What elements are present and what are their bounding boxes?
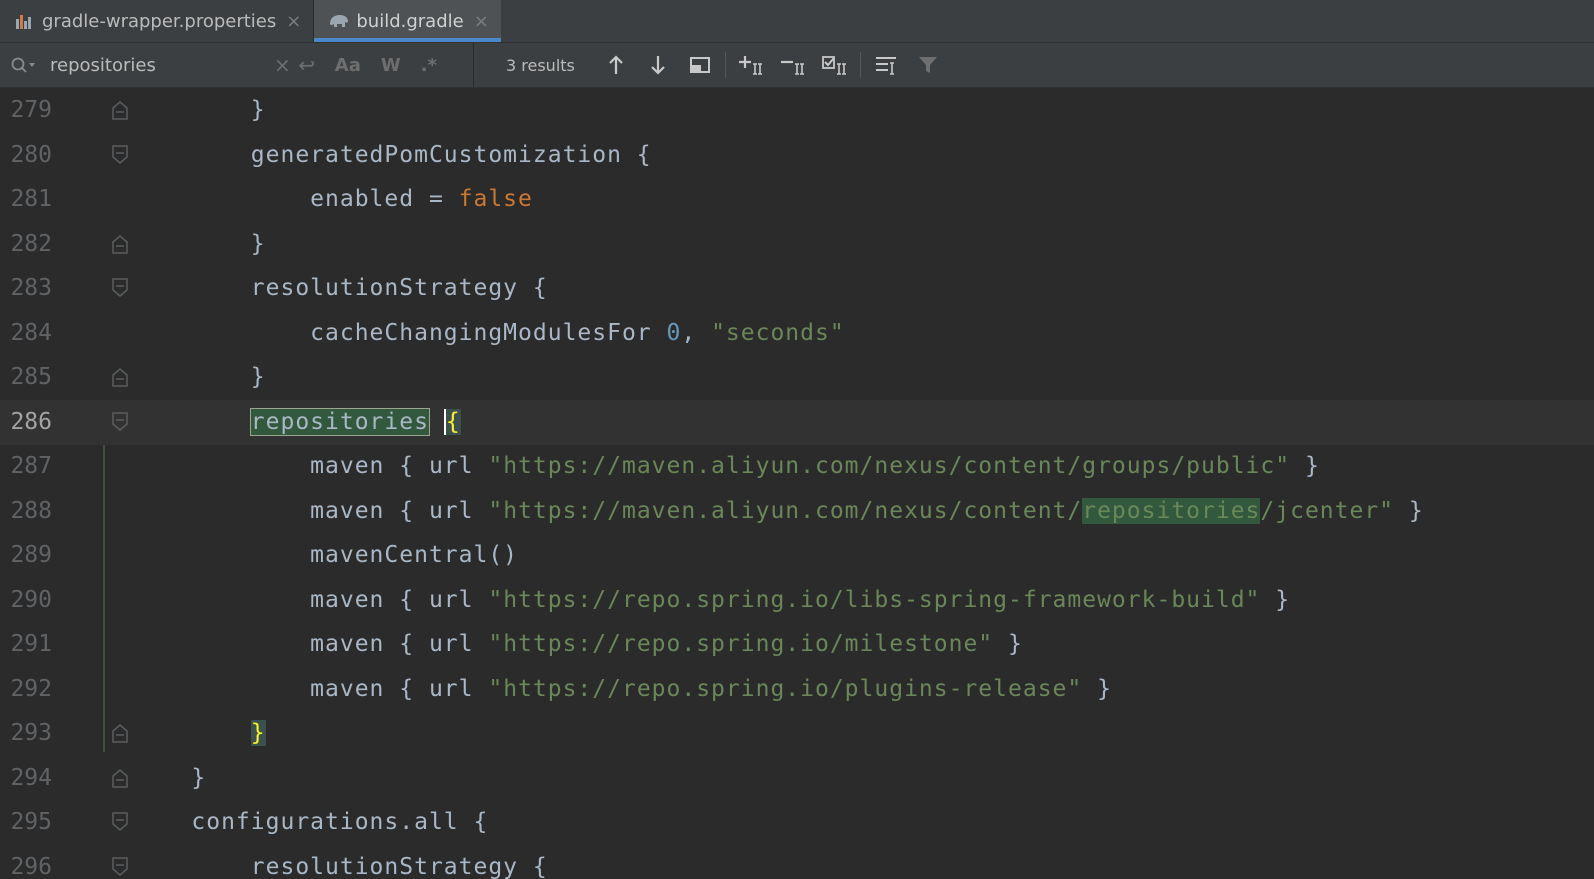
gradle-elephant-icon	[328, 10, 350, 32]
line-number: 289	[10, 542, 52, 568]
code-text[interactable]: generatedPomCustomization {	[132, 133, 652, 178]
code-line[interactable]: 280 generatedPomCustomization {	[0, 133, 1594, 178]
tab-build-gradle[interactable]: build.gradle ×	[314, 0, 502, 42]
code-line[interactable]: 294 }	[0, 756, 1594, 801]
code-line[interactable]: 282 }	[0, 222, 1594, 267]
fold-end-icon[interactable]	[111, 722, 129, 744]
editor-tab-bar: gradle-wrapper.properties × build.gradle…	[0, 0, 1594, 43]
line-number: 282	[10, 230, 52, 257]
code-text[interactable]: }	[132, 222, 266, 267]
code-text[interactable]: maven { url "https://repo.spring.io/mile…	[132, 622, 1023, 667]
line-number: 292	[10, 675, 52, 702]
search-in-selection-icon[interactable]	[865, 43, 907, 87]
code-line[interactable]: 288 maven { url "https://maven.aliyun.co…	[0, 489, 1594, 534]
line-number: 296	[10, 853, 52, 879]
properties-file-icon	[14, 10, 36, 32]
add-occurrence-icon[interactable]	[730, 43, 772, 87]
search-results-count: 3 results	[506, 55, 575, 75]
tab-label: gradle-wrapper.properties	[42, 10, 277, 32]
line-number: 290	[10, 586, 52, 613]
close-icon[interactable]: ×	[286, 11, 301, 32]
code-line[interactable]: 279 }	[0, 88, 1594, 133]
code-text[interactable]: resolutionStrategy {	[132, 266, 548, 311]
code-text[interactable]: maven { url "https://repo.spring.io/libs…	[132, 578, 1290, 623]
line-number: 293	[10, 720, 52, 746]
line-number: 284	[10, 319, 52, 346]
next-occurrence-icon[interactable]	[637, 43, 679, 87]
code-line[interactable]: 281 enabled = false	[0, 177, 1594, 222]
code-text[interactable]: }	[132, 355, 266, 400]
line-number: 291	[10, 631, 52, 657]
fold-end-icon[interactable]	[111, 99, 129, 121]
whole-words-toggle[interactable]: W	[381, 55, 401, 76]
line-number: 288	[10, 497, 52, 524]
code-line[interactable]: 287 maven { url "https://maven.aliyun.co…	[0, 444, 1594, 489]
line-number: 287	[10, 453, 52, 479]
line-number: 294	[10, 764, 52, 791]
fold-end-icon[interactable]	[111, 233, 129, 255]
code-line[interactable]: 291 maven { url "https://repo.spring.io/…	[0, 622, 1594, 667]
remove-occurrence-icon[interactable]	[772, 43, 814, 87]
matched-brace: {	[443, 408, 461, 435]
line-number: 285	[10, 364, 52, 390]
code-line[interactable]: 283 resolutionStrategy {	[0, 266, 1594, 311]
fold-end-icon[interactable]	[111, 767, 129, 789]
fold-collapse-icon[interactable]	[111, 144, 129, 166]
clear-search-icon[interactable]: ×	[274, 53, 291, 77]
code-line[interactable]: 286 repositories {	[0, 399, 1594, 445]
code-text[interactable]: maven { url "https://repo.spring.io/plug…	[132, 667, 1112, 712]
code-text[interactable]: enabled = false	[132, 177, 533, 222]
code-text[interactable]: repositories {	[132, 400, 461, 445]
search-history-icon[interactable]	[10, 56, 40, 74]
fold-end-icon[interactable]	[111, 366, 129, 388]
previous-occurrence-icon[interactable]	[595, 43, 637, 87]
code-text[interactable]: maven { url "https://maven.aliyun.com/ne…	[132, 444, 1320, 489]
code-editor[interactable]: 279 } 280 generatedPomCustomization {281 …	[0, 88, 1594, 879]
close-icon[interactable]: ×	[474, 11, 489, 32]
search-match-current: repositories	[249, 407, 430, 436]
fold-collapse-icon[interactable]	[111, 411, 129, 433]
open-in-window-icon[interactable]	[679, 43, 721, 87]
filter-icon[interactable]	[907, 43, 949, 87]
code-text[interactable]: mavenCentral()	[132, 533, 518, 578]
match-case-toggle[interactable]: Aa	[335, 55, 361, 76]
code-line[interactable]: 285 }	[0, 355, 1594, 400]
new-line-icon[interactable]: ↩	[291, 43, 323, 87]
code-line[interactable]: 290 maven { url "https://repo.spring.io/…	[0, 578, 1594, 623]
fold-collapse-icon[interactable]	[111, 811, 129, 833]
tab-label: build.gradle	[356, 10, 464, 32]
line-number: 279	[10, 97, 52, 123]
select-all-occurrences-icon[interactable]	[814, 43, 856, 87]
line-number: 281	[10, 186, 52, 212]
code-line[interactable]: 292 maven { url "https://repo.spring.io/…	[0, 667, 1594, 712]
code-line[interactable]: 284 cacheChangingModulesFor 0, "seconds"	[0, 311, 1594, 356]
toolbar-divider	[724, 52, 726, 78]
code-text[interactable]: }	[132, 756, 206, 801]
code-line[interactable]: 293 }	[0, 711, 1594, 756]
fold-collapse-icon[interactable]	[111, 856, 129, 878]
code-line[interactable]: 289 mavenCentral()	[0, 533, 1594, 578]
toolbar-divider	[859, 52, 861, 78]
code-line[interactable]: 295 configurations.all {	[0, 800, 1594, 845]
code-text[interactable]: cacheChangingModulesFor 0, "seconds"	[132, 311, 845, 356]
line-number: 280	[10, 141, 52, 168]
matched-brace: }	[250, 720, 266, 746]
tab-gradle-wrapper-properties[interactable]: gradle-wrapper.properties ×	[0, 0, 313, 42]
fold-collapse-icon[interactable]	[111, 277, 129, 299]
code-text[interactable]: }	[132, 711, 266, 756]
code-text[interactable]: resolutionStrategy {	[132, 845, 548, 879]
search-field-container: × ↩ Aa W .*	[0, 43, 474, 87]
code-text[interactable]: }	[132, 88, 266, 133]
line-number: 283	[10, 275, 52, 301]
line-number: 286	[10, 408, 52, 435]
find-toolbar: × ↩ Aa W .* 3 results	[0, 43, 1594, 88]
code-text[interactable]: configurations.all {	[132, 800, 488, 845]
code-text[interactable]: maven { url "https://maven.aliyun.com/ne…	[132, 489, 1424, 534]
line-number: 295	[10, 809, 52, 835]
regex-toggle[interactable]: .*	[421, 55, 437, 76]
search-input[interactable]	[48, 53, 262, 77]
code-line[interactable]: 296 resolutionStrategy {	[0, 845, 1594, 879]
